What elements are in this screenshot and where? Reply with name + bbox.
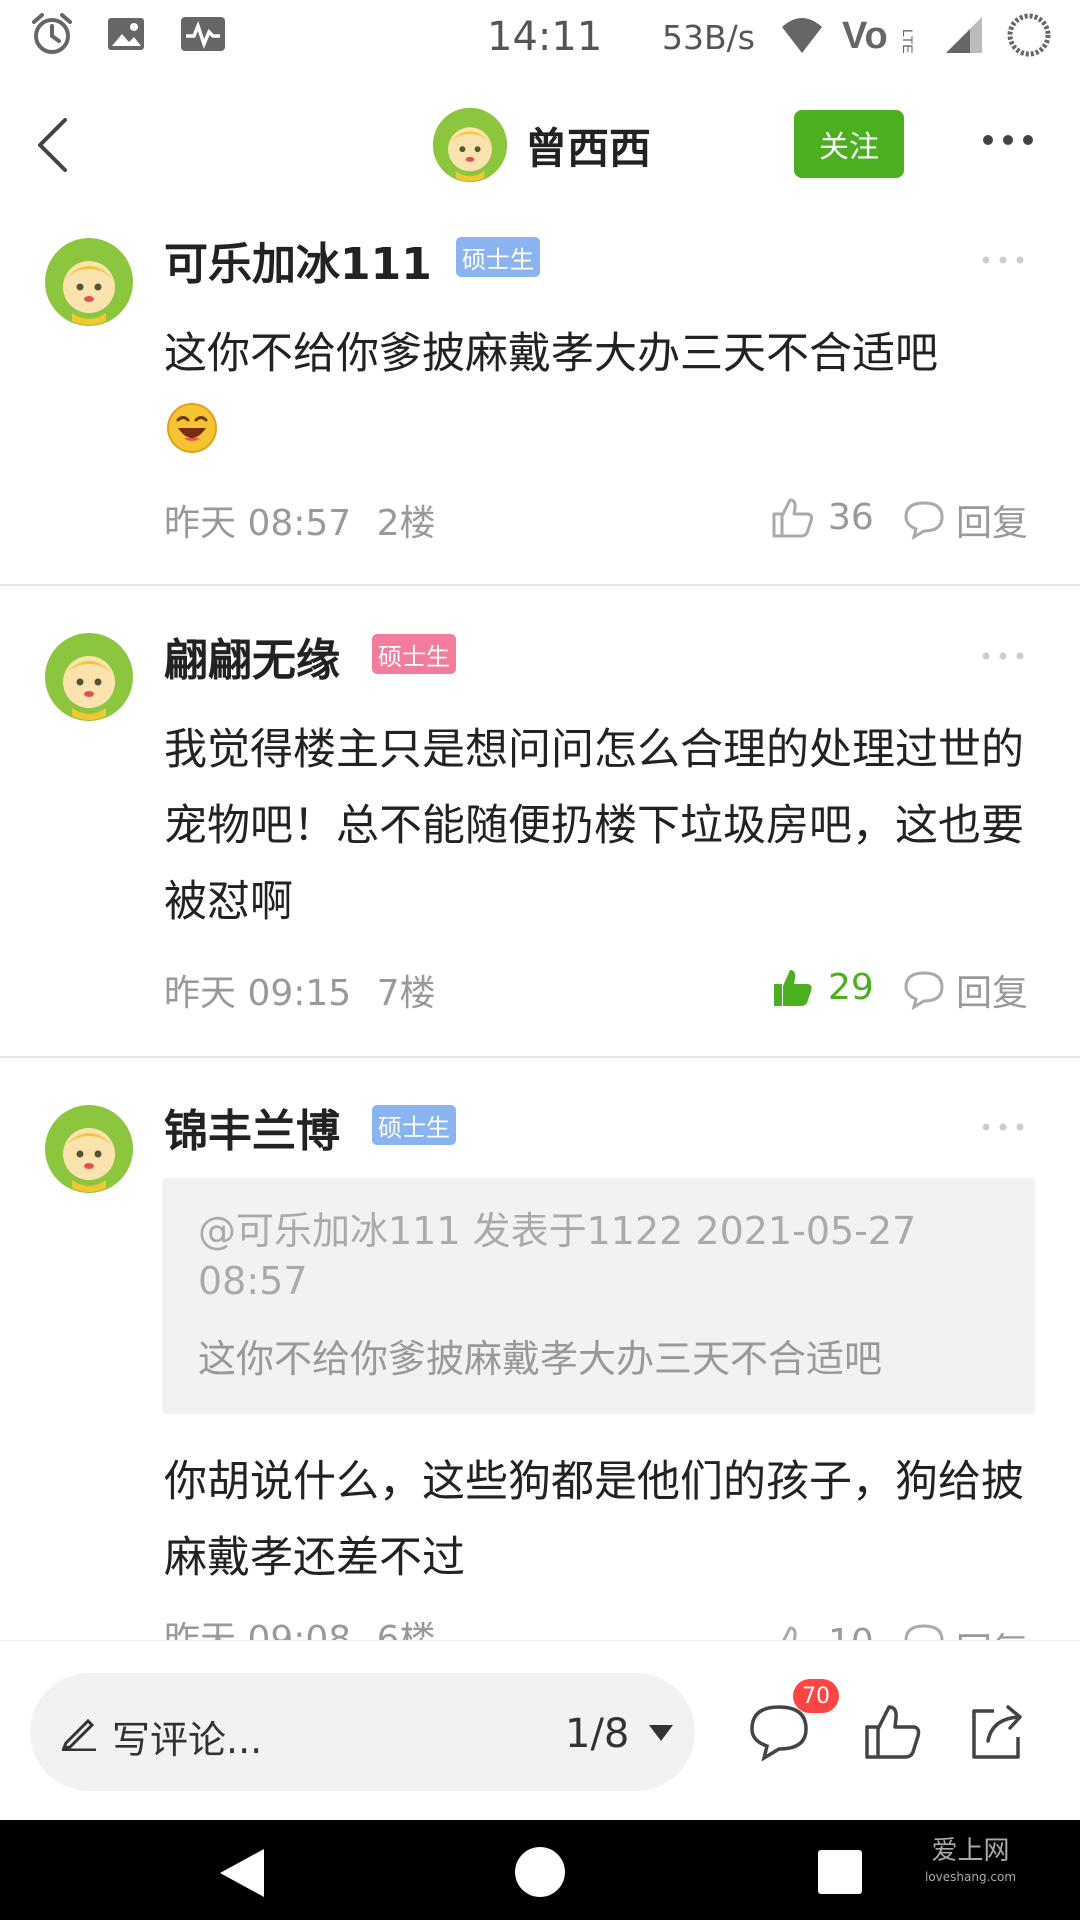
status-time: 14:11 <box>487 14 603 60</box>
like-button[interactable]: 29 <box>770 964 874 1010</box>
thumbs-up-icon <box>782 1626 797 1640</box>
nav-recents-icon[interactable] <box>816 1848 864 1896</box>
reply-label: 回复 <box>956 973 1029 1014</box>
post-header: 曾西西 关注 <box>0 80 1080 210</box>
rank-badge: 硕士生 <box>372 634 456 674</box>
like-button[interactable]: 36 <box>770 494 874 540</box>
svg-text:LTE: LTE <box>900 29 916 54</box>
comment-meta: 昨天 09:08 6楼 <box>164 1622 436 1640</box>
like-post-icon[interactable] <box>862 1701 924 1763</box>
comment-text: 这你不给你爹披麻戴孝大办三天不合适吧 <box>164 329 938 379</box>
watermark-url: loveshang.com <box>925 1870 1017 1884</box>
bottom-action-bar: 写评论... 1/8 70 <box>0 1640 1080 1820</box>
status-bar: 14:11 53B/s Vo LTE <box>0 0 1080 75</box>
author-avatar[interactable] <box>432 107 508 183</box>
comment-meta: 昨天 08:57 2楼 <box>164 494 436 546</box>
wifi-icon <box>782 18 822 53</box>
pencil-icon <box>61 1718 96 1751</box>
back-arrow-icon[interactable] <box>25 110 85 180</box>
comment-input[interactable]: 写评论... 1/8 <box>30 1673 695 1791</box>
commenter-avatar[interactable] <box>44 632 134 722</box>
divider <box>0 1056 1080 1058</box>
comment-meta: 昨天 09:15 7楼 <box>164 964 436 1016</box>
quote-header: @可乐加冰111 发表于1122 2021-05-27 08:57 <box>198 1209 917 1303</box>
reply-button[interactable]: 回复 <box>902 1622 1028 1640</box>
comment-more-icon[interactable] <box>980 646 1026 666</box>
comment-time: 昨天 09:08 <box>164 1622 351 1640</box>
commenter-avatar[interactable] <box>44 1104 134 1194</box>
caret-down-icon[interactable] <box>647 1723 675 1743</box>
comment-count-badge: 70 <box>793 1679 839 1713</box>
like-button[interactable]: 10 <box>770 1622 874 1640</box>
speech-bubble-icon <box>904 1624 944 1640</box>
activity-icon <box>181 17 225 51</box>
signal-icon <box>946 17 982 53</box>
laughing-emoji-icon <box>167 403 217 453</box>
thumbs-up-icon <box>772 498 814 538</box>
commenter-name[interactable]: 翩翩无缘 <box>164 624 340 688</box>
share-icon[interactable] <box>966 1701 1028 1763</box>
thumbs-up-filled-icon <box>774 970 812 1006</box>
reply-label: 回复 <box>956 503 1029 544</box>
alarm-icon <box>32 13 72 54</box>
more-options-icon[interactable] <box>980 120 1036 160</box>
comment-floor: 6楼 <box>377 1622 436 1640</box>
speech-bubble-icon <box>904 501 944 541</box>
image-icon <box>108 18 144 50</box>
watermark: 爱上网 loveshang.com <box>925 1838 1016 1890</box>
network-speed: 53B/s <box>662 18 755 57</box>
battery-icon <box>1007 13 1051 57</box>
comment-text: 你胡说什么，这些狗都是他们的孩子，狗给披麻戴孝还差不过 <box>164 1457 1024 1583</box>
quote-text: 这你不给你爹披麻戴孝大办三天不合适吧 <box>198 1337 883 1381</box>
reply-button[interactable]: 回复 <box>902 494 1028 546</box>
comment-placeholder: 写评论... <box>112 1718 263 1762</box>
speech-bubble-icon <box>904 971 944 1011</box>
follow-button[interactable]: 关注 <box>794 110 904 178</box>
comment-more-icon[interactable] <box>980 250 1026 270</box>
system-nav-bar: 爱上网 loveshang.com <box>0 1820 1080 1920</box>
like-count: 36 <box>828 496 874 538</box>
page-indicator[interactable]: 1/8 <box>565 1711 629 1757</box>
reply-button[interactable]: 回复 <box>902 964 1028 1016</box>
volte-icon: Vo LTE <box>842 15 916 57</box>
commenter-name[interactable]: 锦丰兰博 <box>164 1095 340 1159</box>
divider <box>0 584 1080 586</box>
comment-time: 昨天 09:15 <box>164 973 352 1014</box>
comment-floor: 7楼 <box>376 973 436 1014</box>
commenter-name[interactable]: 可乐加冰111 <box>164 228 432 292</box>
like-count: 29 <box>828 966 874 1008</box>
nav-back-icon[interactable] <box>214 1845 270 1901</box>
comment-time: 昨天 08:57 <box>164 503 352 544</box>
watermark-text: 爱上网 <box>931 1836 1010 1866</box>
like-count: 10 <box>828 1622 874 1640</box>
comment-text: 我觉得楼主只是想问问怎么合理的处理过世的宠物吧！总不能随便扔楼下垃圾房吧，这也要… <box>164 725 1024 927</box>
author-name[interactable]: 曾西西 <box>525 115 651 176</box>
quoted-comment[interactable]: @可乐加冰111 发表于1122 2021-05-27 08:57 这你不给你爹… <box>162 1178 1035 1414</box>
svg-text:Vo: Vo <box>842 15 888 57</box>
commenter-avatar[interactable] <box>44 237 134 327</box>
rank-badge: 硕士生 <box>456 237 540 277</box>
reply-label: 回复 <box>956 1622 1028 1640</box>
comment-floor: 2楼 <box>376 503 436 544</box>
rank-badge: 硕士生 <box>372 1105 456 1145</box>
nav-home-icon[interactable] <box>513 1845 567 1899</box>
comment-more-icon[interactable] <box>980 1117 1026 1137</box>
